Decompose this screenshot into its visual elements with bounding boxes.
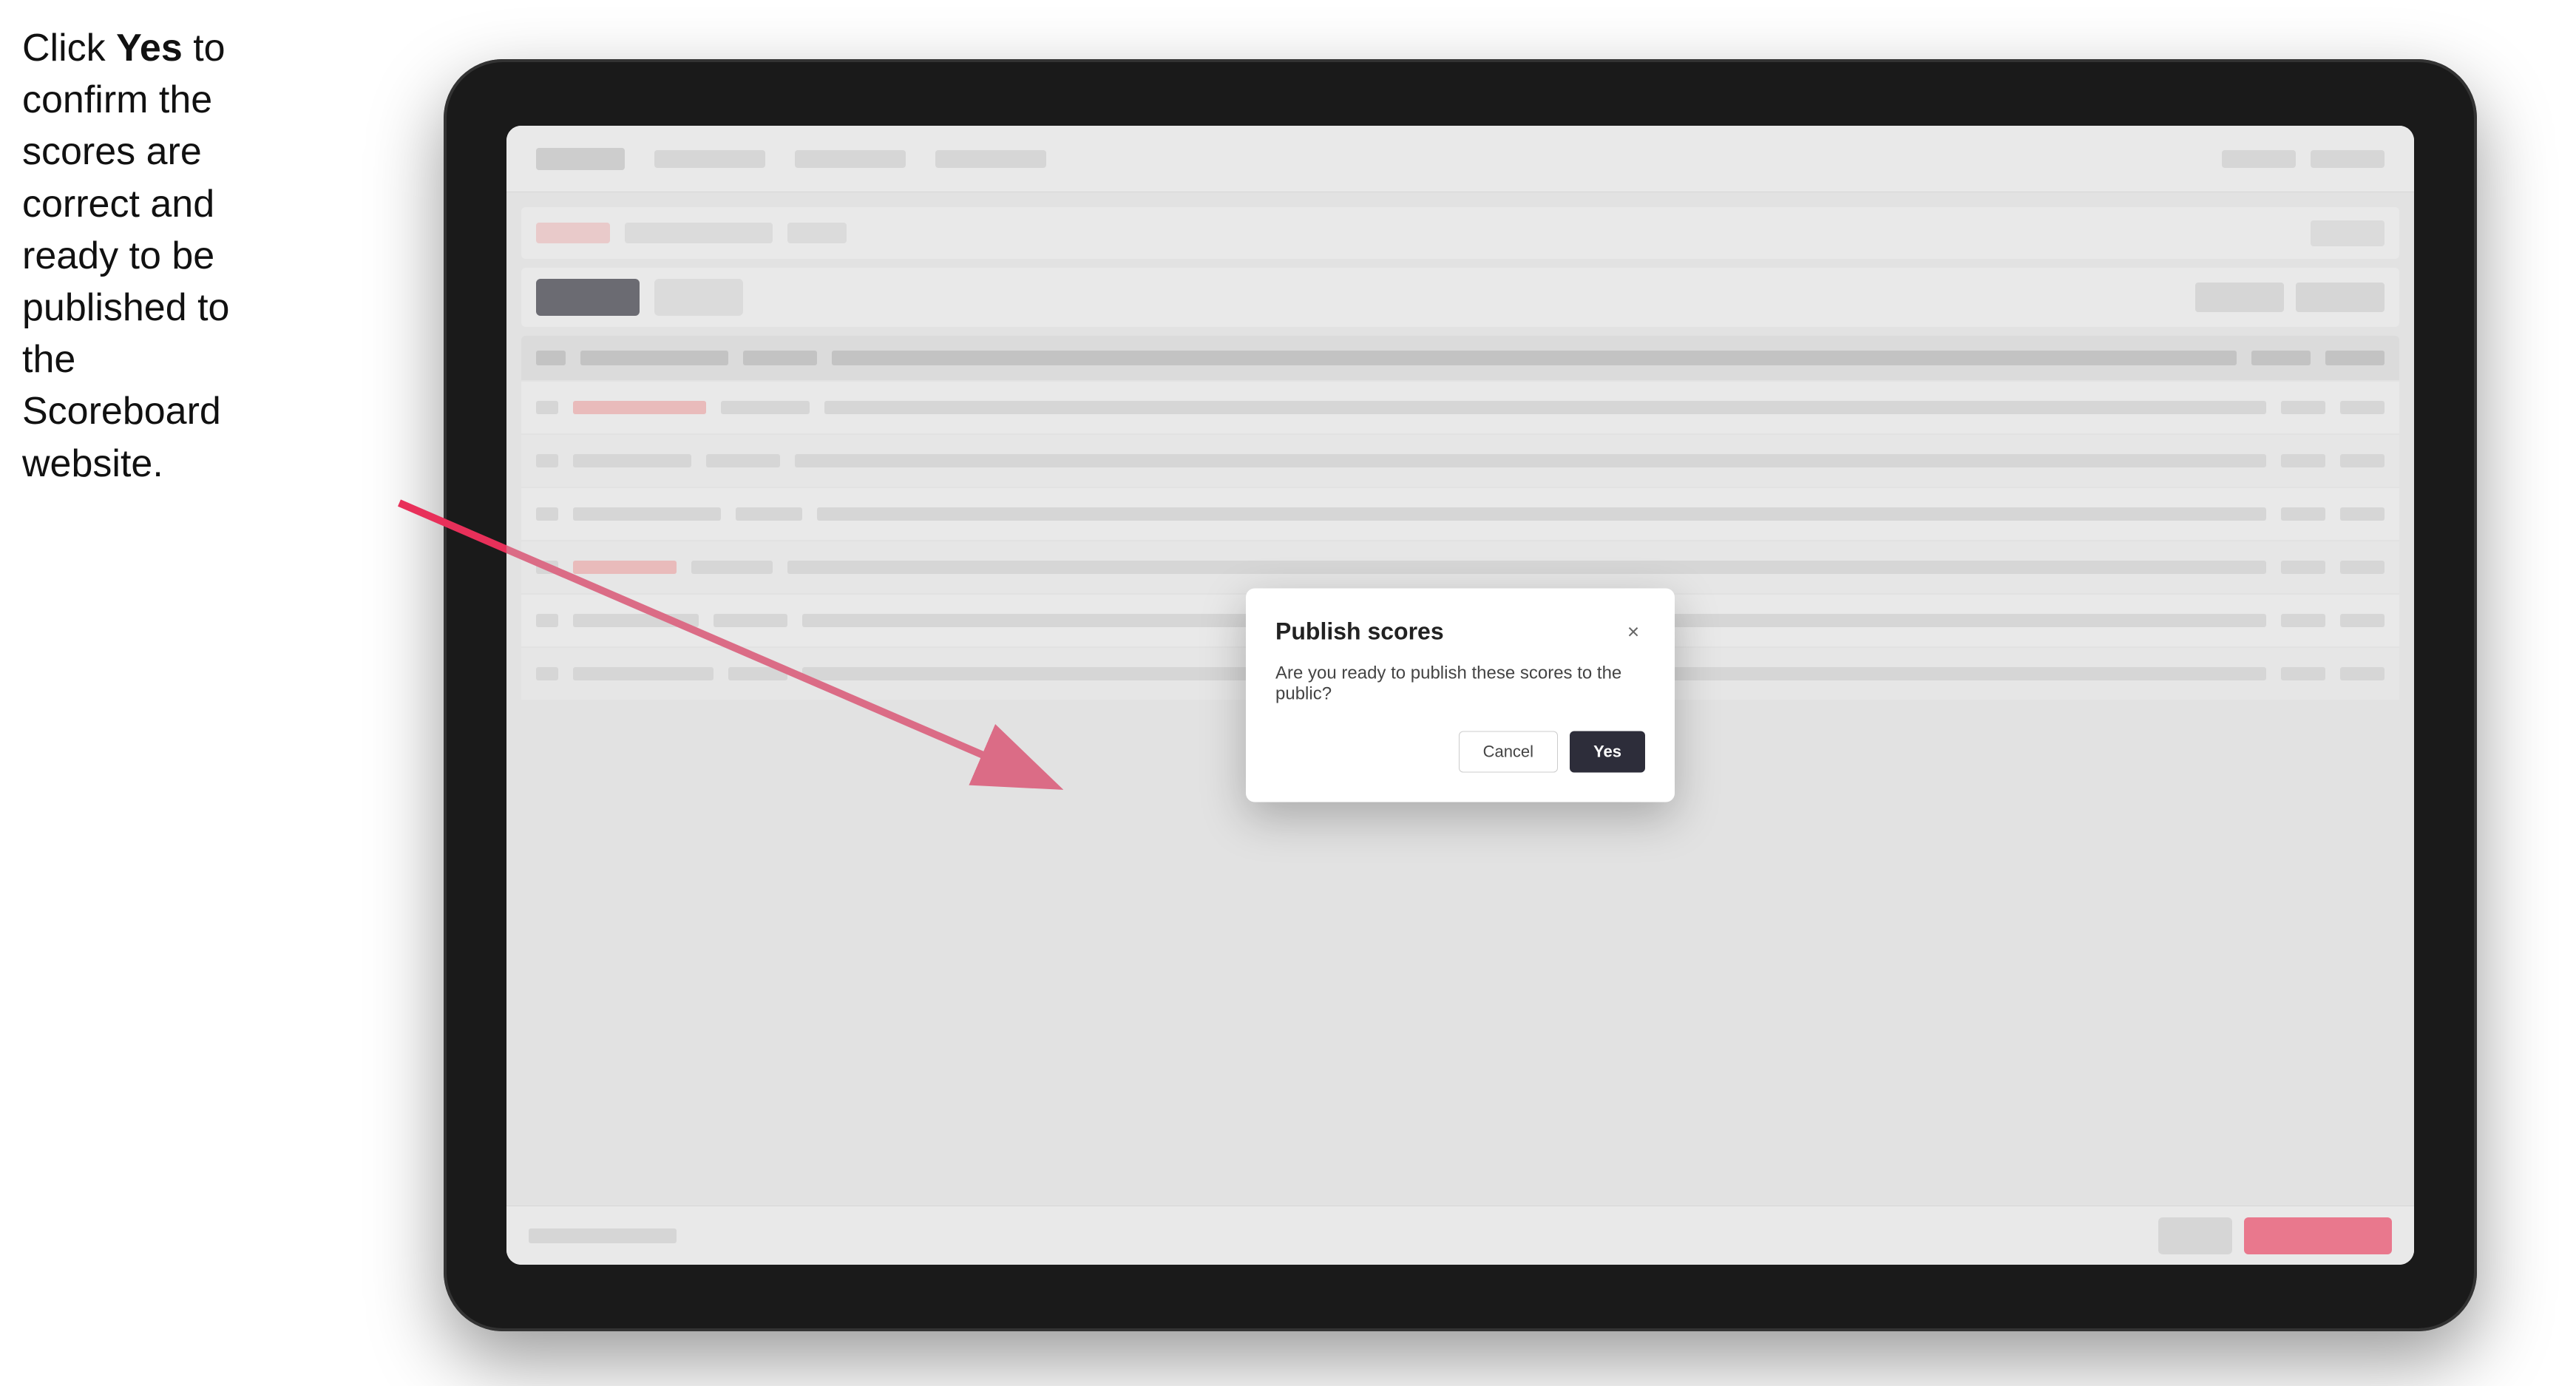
modal-header: Publish scores ×	[1275, 618, 1645, 646]
tablet-device: Publish scores × Are you ready to publis…	[444, 59, 2477, 1331]
yes-button[interactable]: Yes	[1570, 731, 1645, 773]
tablet-screen: Publish scores × Are you ready to publis…	[506, 126, 2414, 1265]
publish-scores-modal: Publish scores × Are you ready to publis…	[1246, 589, 1675, 802]
modal-title: Publish scores	[1275, 618, 1444, 646]
modal-close-button[interactable]: ×	[1621, 620, 1645, 643]
modal-footer: Cancel Yes	[1275, 731, 1645, 773]
modal-body-text: Are you ready to publish these scores to…	[1275, 663, 1645, 705]
cancel-button[interactable]: Cancel	[1459, 731, 1558, 773]
